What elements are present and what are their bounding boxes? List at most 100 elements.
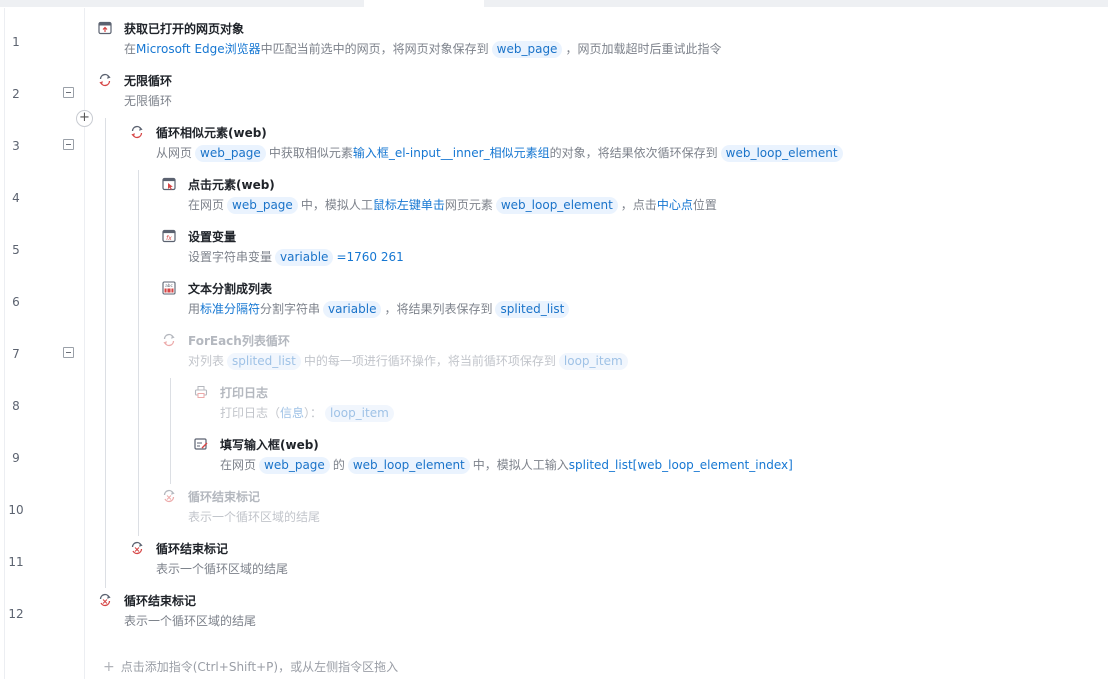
flow-step-row[interactable]: 8 打印日志打印日志（信息）： loop_item [0, 381, 1108, 433]
flow-step-row[interactable]: 5 fx 设置变量 设置字符串变量 variable =1760 261 [0, 225, 1108, 277]
flow-step-row[interactable]: 12 循环结束标记 表示一个循环区域的结尾 [0, 589, 1108, 641]
desc-text: 在网页 [220, 458, 257, 472]
param-highlight[interactable]: 信息 [280, 406, 304, 420]
line-number: 4 [12, 191, 20, 205]
variable-icon: fx [162, 229, 176, 243]
desc-text: ，网页加载超时后重试此指令 [565, 42, 722, 56]
variable-pill[interactable]: web_loop_element [720, 145, 843, 162]
loop-end-icon [98, 593, 112, 607]
step-description: 表示一个循环区域的结尾 [156, 560, 288, 577]
variable-pill[interactable]: web_loop_element [347, 457, 470, 474]
variable-pill[interactable]: variable [275, 249, 334, 266]
insert-step-button[interactable]: + [76, 110, 93, 127]
line-number: 1 [12, 35, 20, 49]
svg-text:abc: abc [165, 283, 173, 288]
param-highlight[interactable]: 中心点 [657, 198, 693, 212]
loop-icon [130, 125, 144, 139]
desc-text: 中的每一项进行循环操作，将当前循环项保存到 [303, 354, 556, 368]
loop-icon [162, 333, 176, 347]
step-description: 在网页 web_page 中，模拟人工鼠标左键单击网页元素 web_loop_elem… [188, 196, 717, 214]
tab-strip-left [0, 0, 364, 7]
desc-text: 在网页 [188, 198, 225, 212]
param-highlight[interactable]: splited_list[web_loop_element_index] [569, 458, 793, 472]
line-number: 10 [8, 503, 24, 517]
flow-step-row[interactable]: 11 循环结束标记 表示一个循环区域的结尾 [0, 537, 1108, 589]
line-number: 5 [12, 243, 20, 257]
fill-input-icon [194, 437, 208, 451]
variable-pill[interactable]: web_page [227, 197, 298, 214]
step-title: 填写输入框(web) [220, 438, 319, 452]
desc-text: 的 [332, 458, 345, 472]
desc-text: 用 [188, 302, 201, 316]
desc-text: 中获取相似元素 [268, 146, 353, 160]
variable-pill[interactable]: loop_item [558, 353, 628, 370]
param-highlight[interactable]: 鼠标左键单击 [373, 198, 445, 212]
collapse-toggle-button[interactable] [63, 87, 74, 98]
loop-end-icon [130, 541, 144, 555]
flow-step-row[interactable]: 4 点击元素(web) 在网页 web_page 中，模拟人工鼠标左键单击网页元素 web… [0, 173, 1108, 225]
collapse-toggle-button[interactable] [63, 139, 74, 150]
desc-text: 表示一个循环区域的结尾 [124, 614, 257, 628]
flow-step-row[interactable]: 1 获取已打开的网页对象在Microsoft Edge浏览器中匹配当前选中的网页，… [0, 17, 1108, 69]
desc-text: 中，模拟人工 [300, 198, 373, 212]
variable-pill[interactable]: web_page [259, 457, 330, 474]
param-highlight[interactable]: 标准分隔符 [200, 302, 260, 316]
flow-step-row[interactable]: 2 无限循环 无限循环 [0, 69, 1108, 121]
line-number: 2 [12, 87, 20, 101]
flow-step-row[interactable]: 10 循环结束标记表示一个循环区域的结尾 [0, 485, 1108, 537]
desc-text: 从网页 [156, 146, 193, 160]
desc-text: 网页元素 [444, 198, 493, 212]
line-number: 8 [12, 399, 20, 413]
variable-pill[interactable]: web_loop_element [495, 197, 618, 214]
line-number: 7 [12, 347, 20, 361]
step-description: 打印日志（信息）： loop_item [220, 404, 397, 422]
desc-text: 无限循环 [124, 94, 173, 108]
add-instruction-row[interactable]: + 点击添加指令(Ctrl+Shift+P)，或从左侧指令区拖入 [103, 658, 398, 675]
param-highlight[interactable]: =1760 261 [336, 250, 403, 264]
desc-text: ）： [304, 406, 323, 420]
loop-end-icon [162, 489, 176, 503]
step-title: 点击元素(web) [188, 178, 275, 192]
desc-text: 中，模拟人工输入 [472, 458, 569, 472]
step-title: 循环结束标记 [156, 542, 229, 556]
step-description: 用标准分隔符分割字符串 variable ，将结果列表保存到 splited_list [188, 300, 572, 318]
param-highlight[interactable]: Microsoft Edge浏览器 [136, 42, 261, 56]
print-log-icon [194, 385, 208, 399]
step-title: 循环结束标记 [188, 490, 261, 504]
step-title: 获取已打开的网页对象 [124, 22, 245, 36]
variable-pill[interactable]: web_page [491, 41, 563, 58]
top-tab-strip [0, 0, 1108, 8]
svg-text:fx: fx [166, 235, 172, 242]
add-instruction-text: 点击添加指令(Ctrl+Shift+P)，或从左侧指令区拖入 [120, 660, 399, 674]
flow-step-row[interactable]: 9 填写输入框(web) 在网页 web_page 的 web_loop_element 中… [0, 433, 1108, 485]
step-title: ForEach列表循环 [188, 334, 290, 348]
flow-step-row[interactable]: 6 abc 文本分割成列表 用标准分隔符分割字符串 variable ，将结果列表保存到 s… [0, 277, 1108, 329]
desc-text: 的对象，将结果依次循环保存到 [549, 146, 718, 160]
step-description: 无限循环 [124, 92, 172, 109]
step-title: 打印日志 [220, 386, 269, 400]
line-number: 9 [12, 451, 20, 465]
browser-window-icon [98, 21, 112, 35]
flow-step-row[interactable]: 3 循环相似元素(web) 从网页 web_page 中获取相似元素输入框_el-inp… [0, 121, 1108, 173]
step-description: 对列表 splited_list 中的每一项进行循环操作，将当前循环项保存到 loop… [188, 352, 631, 370]
variable-pill[interactable]: splited_list [495, 301, 570, 318]
variable-pill[interactable]: splited_list [227, 353, 301, 370]
flow-step-row[interactable]: 7 ForEach列表循环 对列表 splited_list 中的每一项进行循环操作，将… [0, 329, 1108, 381]
click-element-icon [162, 177, 176, 191]
desc-text: 中匹配当前选中的网页，将网页对象保存到 [260, 42, 489, 56]
variable-pill[interactable]: variable [323, 301, 382, 318]
desc-text: 设置字符串变量 [188, 250, 273, 264]
desc-text: 对列表 [188, 354, 225, 368]
desc-text: 位置 [692, 198, 717, 212]
param-highlight[interactable]: 输入框_el-input__inner_相似元素组 [353, 146, 550, 160]
variable-pill[interactable]: web_page [195, 145, 266, 162]
step-title: 无限循环 [124, 74, 173, 88]
step-description: 表示一个循环区域的结尾 [124, 612, 256, 629]
step-description: 在Microsoft Edge浏览器中匹配当前选中的网页，将网页对象保存到 web… [124, 40, 721, 58]
step-description: 表示一个循环区域的结尾 [188, 508, 320, 525]
collapse-toggle-button[interactable] [63, 347, 74, 358]
step-description: 设置字符串变量 variable =1760 261 [188, 248, 404, 266]
split-text-icon: abc [162, 281, 176, 295]
variable-pill[interactable]: loop_item [325, 405, 394, 422]
step-title: 文本分割成列表 [188, 282, 273, 296]
